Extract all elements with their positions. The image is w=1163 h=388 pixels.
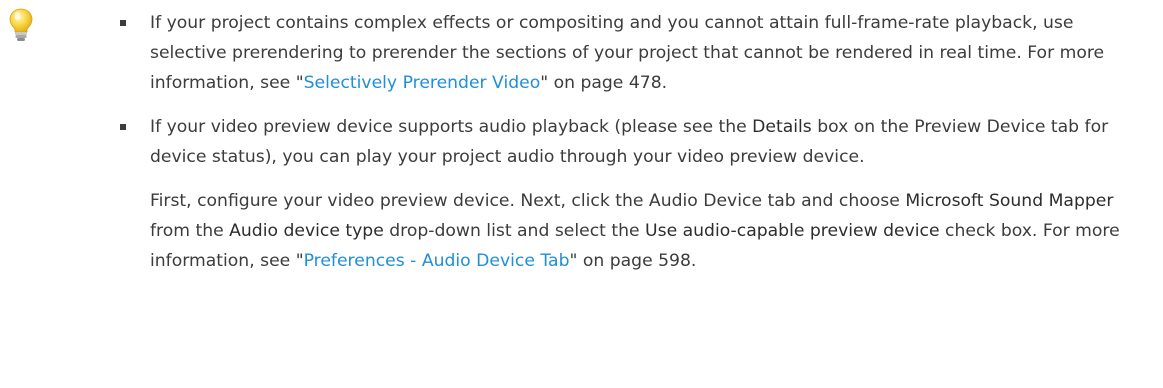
tip-text: " on page 478.: [540, 73, 668, 93]
tip-text: " on page 598.: [569, 251, 697, 271]
tip-item-audio-playback: If your video preview device supports au…: [120, 112, 1150, 276]
tip-text: from the: [150, 221, 230, 241]
ui-term-microsoft-sound-mapper: Microsoft Sound Mapper: [905, 191, 1114, 211]
tip-text: If your video preview device supports au…: [150, 117, 753, 137]
tip-text: First, configure your video preview devi…: [150, 191, 906, 211]
ui-term-use-audio-capable-preview-device: Use audio-capable preview device: [645, 221, 940, 241]
ui-term-details: Details: [752, 117, 812, 137]
lightbulb-icon: [8, 8, 34, 42]
tip-paragraph: If your video preview device supports au…: [150, 112, 1150, 172]
tip-text: drop-down list and select the: [383, 221, 646, 241]
link-preferences-audio-device-tab[interactable]: Preferences - Audio Device Tab: [304, 251, 570, 271]
tip-paragraph: First, configure your video preview devi…: [150, 186, 1150, 276]
bullet-marker: [120, 124, 126, 130]
tips-content: If your project contains complex effects…: [120, 8, 1150, 276]
tip-item-prerender: If your project contains complex effects…: [120, 8, 1150, 98]
link-selectively-prerender-video[interactable]: Selectively Prerender Video: [304, 73, 541, 93]
ui-term-audio-device-type: Audio device type: [229, 221, 384, 241]
tip-list: If your project contains complex effects…: [120, 8, 1150, 276]
bullet-marker: [120, 20, 126, 26]
tip-paragraph: If your project contains complex effects…: [150, 8, 1150, 98]
